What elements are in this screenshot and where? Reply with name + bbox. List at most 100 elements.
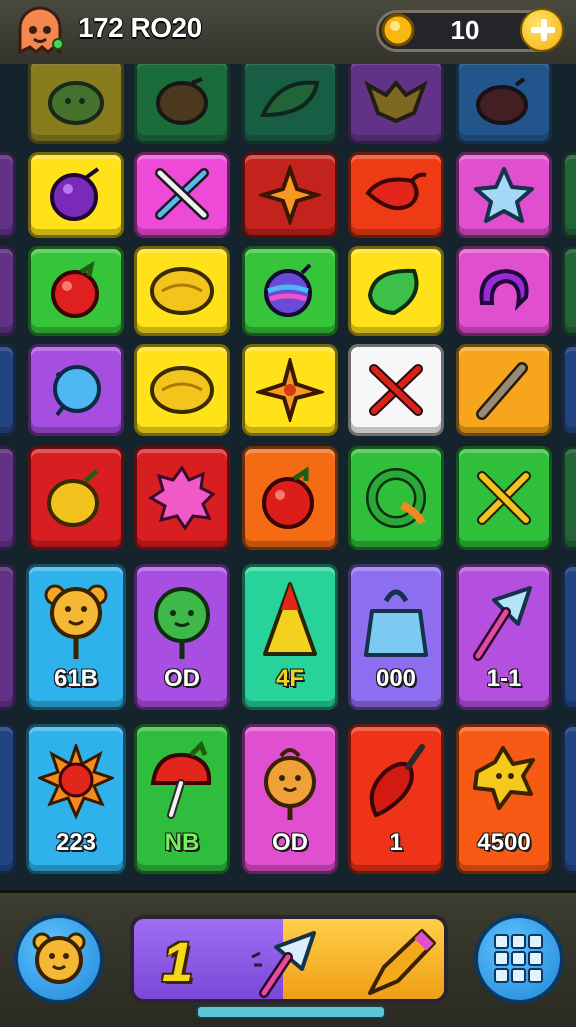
level-bar (196, 1005, 386, 1019)
character-button[interactable] (14, 914, 104, 1004)
tile-r4-c3[interactable] (348, 446, 444, 550)
knot-icon (366, 468, 426, 528)
edge-tile-left (0, 724, 16, 874)
splat-icon (148, 465, 216, 531)
edge-tile-left (0, 246, 16, 336)
card-2-5[interactable]: 4500 (456, 724, 552, 874)
edge-tile-left (0, 344, 16, 436)
lemon-icon (150, 267, 214, 315)
card-2-3[interactable]: OD (242, 724, 338, 874)
card-2-4[interactable]: 1 (348, 724, 444, 874)
edge-tile-left (0, 564, 16, 710)
pencil-icon (368, 929, 436, 995)
card-label: 4F (275, 665, 304, 692)
tile-r2-c4[interactable] (456, 246, 552, 336)
card-label: OD (272, 829, 308, 856)
gold-coin-icon (381, 13, 415, 47)
card-label: OD (164, 665, 200, 692)
acorn-icon (156, 77, 208, 125)
card-label: 1 (389, 829, 403, 856)
tile-r3-c0[interactable] (28, 344, 124, 436)
balloon-icon (53, 365, 101, 417)
card-1-3[interactable]: 4F (242, 564, 338, 710)
card-label: 000 (375, 665, 417, 692)
tile-r2-c1[interactable] (134, 246, 230, 336)
star-icon (474, 167, 534, 223)
card-1-4[interactable]: 000 (348, 564, 444, 710)
crossed-swords-icon (155, 168, 209, 220)
grid-menu-icon (494, 934, 543, 983)
leaf-icon (259, 80, 320, 118)
tile-r3-c3[interactable] (348, 344, 444, 436)
tile-r2-c0[interactable] (28, 246, 124, 336)
star-burst-icon (259, 165, 321, 225)
card-1-1[interactable]: 61B (26, 564, 126, 710)
eggplant-icon (476, 77, 528, 125)
card-label: 1-1 (486, 665, 522, 692)
tile-r1-c0[interactable] (28, 152, 124, 238)
tile-r0-c2[interactable] (242, 64, 338, 144)
chili-pepper-icon (365, 172, 427, 210)
tile-r3-c1[interactable] (134, 344, 230, 436)
tile-r0-c4[interactable] (456, 64, 552, 144)
edge-tile-right (562, 446, 576, 550)
bag-icon (364, 589, 428, 657)
scarecrow-icon (473, 746, 535, 811)
hammer-icon (473, 585, 532, 661)
edge-tile-left (0, 152, 16, 238)
game-board: 61B OD 4F 000 1-1 223 NB OD 1 4500 (0, 64, 576, 890)
crossed-bones-icon (369, 364, 423, 416)
tile-r4-c0[interactable] (28, 446, 124, 550)
card-1-2[interactable]: OD (134, 564, 230, 710)
edge-tile-right (562, 344, 576, 436)
tile-r3-c2[interactable] (242, 344, 338, 436)
card-1-5[interactable]: 1-1 (456, 564, 552, 710)
edge-tile-left (0, 446, 16, 550)
edge-tile-right (562, 724, 576, 874)
shuriken-icon (256, 358, 324, 422)
progress-number: 1 (162, 930, 194, 993)
green-monster-icon (154, 586, 210, 659)
tile-r1-c1[interactable] (134, 152, 230, 238)
ring-icon (479, 268, 529, 311)
spinning-top-icon (264, 263, 312, 317)
bear-lollipop-icon (44, 584, 108, 659)
tile-r0-c3[interactable] (348, 64, 444, 144)
card-2-1[interactable]: 223 (26, 724, 126, 874)
tile-r1-c2[interactable] (242, 152, 338, 238)
edge-tile-right (562, 564, 576, 710)
tile-r2-c3[interactable] (348, 246, 444, 336)
tomato-icon (51, 260, 99, 318)
tile-r0-c1[interactable] (134, 64, 230, 144)
tile-r2-c2[interactable] (242, 246, 338, 336)
cone-icon (263, 581, 317, 656)
apple-icon (262, 466, 314, 529)
pepper-icon (369, 744, 425, 818)
card-2-2[interactable]: NB (134, 724, 230, 874)
card-label: 223 (55, 829, 97, 856)
tile-r0-c0[interactable] (28, 64, 124, 144)
tile-r4-c2[interactable] (242, 446, 338, 550)
add-coins-button[interactable] (520, 8, 564, 52)
cookie-bear-icon (264, 748, 316, 821)
card-label: 4500 (477, 829, 531, 856)
level-progress-panel[interactable]: 1 (130, 915, 448, 1003)
ghost-mascot-icon[interactable] (12, 4, 68, 60)
plum-icon (50, 167, 100, 221)
tile-r3-c4[interactable] (456, 344, 552, 436)
tile-r1-c4[interactable] (456, 152, 552, 238)
tile-r4-c4[interactable] (456, 446, 552, 550)
card-label: 61B (53, 665, 99, 692)
leaf-blob-icon (48, 81, 104, 125)
onion-icon (47, 469, 99, 527)
card-label: NB (164, 829, 200, 856)
menu-button[interactable] (474, 914, 564, 1004)
coin-value: 10 (450, 15, 480, 45)
mushroom-icon (150, 741, 212, 820)
hammer-icon (251, 931, 316, 998)
lemon-icon (150, 366, 214, 414)
tile-r1-c3[interactable] (348, 152, 444, 238)
crayon-icon (476, 362, 528, 420)
edge-tile-right (562, 152, 576, 238)
tile-r4-c1[interactable] (134, 446, 230, 550)
